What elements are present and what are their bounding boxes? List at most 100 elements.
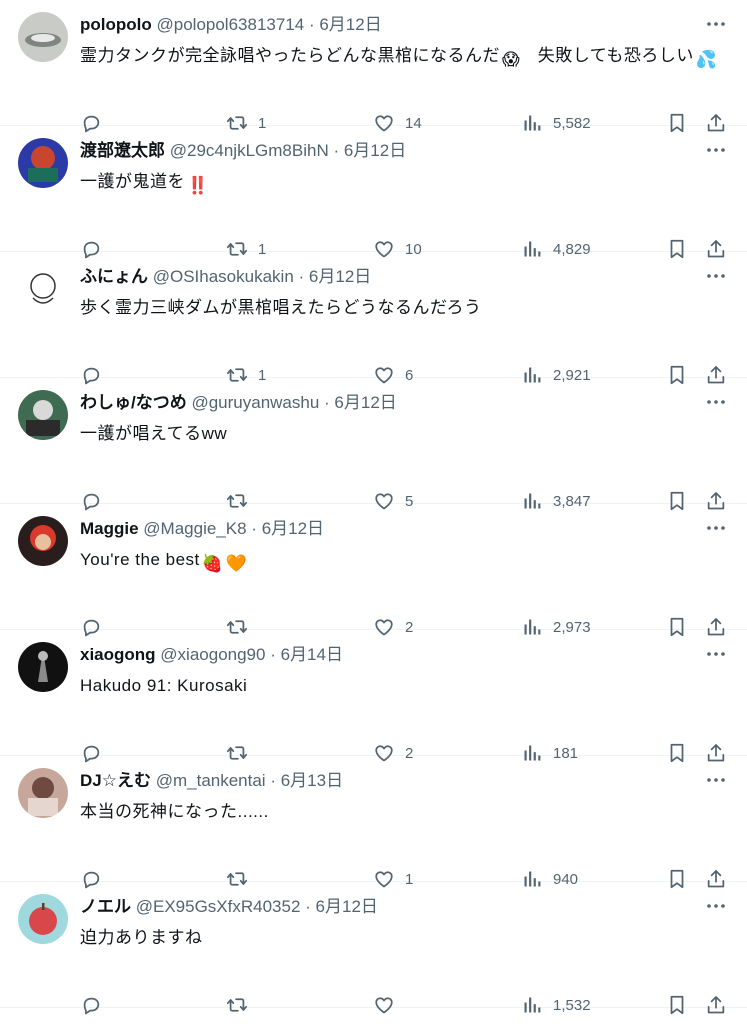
separator-dot: · [270,771,281,790]
reply-text-main: 一護が鬼道を [80,172,185,191]
more-dots-icon[interactable] [702,392,730,412]
post-date[interactable]: 6月12日 [309,267,371,286]
retweet-button[interactable] [225,990,258,1020]
avatar[interactable] [18,264,68,314]
reply-header: 渡部遼太郎 @29c4njkLGm8BihN · 6月12日 [80,140,687,162]
reply-item[interactable]: xiaogong @xiaogong90 · 6月14日 Hakudo 91: … [0,630,747,763]
separator-dot: · [270,645,281,664]
reply-header: わしゅ/なつめ @guruyanwashu · 6月12日 [80,392,687,414]
reply-text-main: 歩く霊力三峡ダムが黒棺唱えたらどうなるんだろう [80,298,482,317]
more-dots-icon[interactable] [702,14,730,34]
reply-text-main: Hakudo 91: Kurosaki [80,676,248,695]
reply-text-continued: 失敗しても恐ろしい [520,46,694,65]
bookmark-icon [665,993,689,1017]
emoji: 😱 [502,50,521,69]
reply-text: 一護が唱えてるww [80,420,730,448]
views-bar-icon [520,993,544,1017]
user-handle[interactable]: @guruyanwashu [191,393,324,412]
post-date[interactable]: 6月12日 [262,519,324,538]
reply-item[interactable]: DJ☆えむ @m_tankentai · 6月13日 本当の死神になった....… [0,756,747,889]
reply-item[interactable]: Maggie @Maggie_K8 · 6月12日 You're the bes… [0,504,747,637]
display-name[interactable]: Maggie [80,519,139,538]
user-handle[interactable]: @m_tankentai [156,771,271,790]
reply-text: 迫力ありますね [80,924,730,952]
more-dots-icon[interactable] [702,770,730,790]
reply-text-main: 霊力タンクが完全詠唱やったらどんな黒棺になるんだ [80,46,500,65]
separator-dot: · [308,15,320,34]
avatar[interactable] [18,516,68,566]
views-button[interactable]: 1,532 [520,990,591,1020]
separator-dot: · [333,141,344,160]
reply-item[interactable]: わしゅ/なつめ @guruyanwashu · 6月12日 一護が唱えてるww [0,378,747,511]
display-name[interactable]: polopolo [80,15,152,34]
emoji: ‼️ [187,176,209,195]
reply-text: Hakudo 91: Kurosaki [80,672,730,700]
share-icon [704,993,728,1017]
avatar[interactable] [18,642,68,692]
post-date[interactable]: 6月14日 [281,645,343,664]
display-name[interactable]: ノエル [80,897,131,916]
reply-header: ノエル @EX95GsXfxR40352 · 6月12日 [80,896,687,918]
reply-text-main: 一護が唱えてるww [80,424,228,443]
reply-text: 霊力タンクが完全詠唱やったらどんな黒棺になるんだ 😱 失敗しても恐ろしい 💦 [80,42,730,74]
more-dots-icon[interactable] [702,140,730,160]
reply-feed: polopolo @polopol63813714 · 6月12日 霊力タンクが… [0,0,747,1030]
reply-header: xiaogong @xiaogong90 · 6月14日 [80,644,687,666]
reply-text: 一護が鬼道を ‼️ [80,168,730,200]
reply-text-main: 本当の死神になった...... [80,802,269,821]
avatar[interactable] [18,12,68,62]
reply-bubble-icon [79,993,103,1017]
reply-header: Maggie @Maggie_K8 · 6月12日 [80,518,687,540]
bookmark-button[interactable] [665,990,689,1020]
avatar[interactable] [18,768,68,818]
reply-header: polopolo @polopol63813714 · 6月12日 [80,14,687,36]
post-date[interactable]: 6月12日 [316,897,378,916]
reply-text: 歩く霊力三峡ダムが黒棺唱えたらどうなるんだろう [80,294,730,322]
user-handle[interactable]: @29c4njkLGm8BihN [170,141,334,160]
avatar[interactable] [18,138,68,188]
user-handle[interactable]: @xiaogong90 [160,645,270,664]
emoji: 🧡 [225,554,248,573]
reply-header: ふにょん @OSIhasokukakin · 6月12日 [80,266,687,288]
separator-dot: · [305,897,316,916]
emoji: 🍓 [201,554,224,573]
retweet-icon [225,993,249,1017]
post-date[interactable]: 6月12日 [334,393,396,412]
reply-header: DJ☆えむ @m_tankentai · 6月13日 [80,770,687,792]
reply-text: You're the best 🍓 🧡 [80,546,730,578]
reply-text-main: 迫力ありますね [80,928,203,947]
post-date[interactable]: 6月12日 [344,141,406,160]
more-dots-icon[interactable] [702,896,730,916]
reply-item[interactable]: ノエル @EX95GsXfxR40352 · 6月12日 迫力ありますね 1,5… [0,882,747,1015]
avatar[interactable] [18,390,68,440]
reply-text: 本当の死神になった...... [80,798,730,826]
heart-icon [372,993,396,1017]
reply-text-main: You're the best [80,550,200,569]
user-handle[interactable]: @polopol63813714 [157,15,309,34]
separator-dot: · [324,393,335,412]
more-dots-icon[interactable] [702,266,730,286]
views-count: 1,532 [553,996,591,1014]
post-date[interactable]: 6月13日 [281,771,343,790]
display-name[interactable]: xiaogong [80,645,156,664]
reply-button[interactable] [79,990,112,1020]
display-name[interactable]: わしゅ/なつめ [80,393,187,412]
user-handle[interactable]: @OSIhasokukakin [153,267,299,286]
user-handle[interactable]: @EX95GsXfxR40352 [136,897,305,916]
display-name[interactable]: 渡部遼太郎 [80,141,165,160]
share-button[interactable] [704,990,728,1020]
avatar[interactable] [18,894,68,944]
like-button[interactable] [372,990,405,1020]
reply-item[interactable]: ふにょん @OSIhasokukakin · 6月12日 歩く霊力三峡ダムが黒棺… [0,252,747,385]
display-name[interactable]: DJ☆えむ [80,771,151,790]
reply-item[interactable]: 渡部遼太郎 @29c4njkLGm8BihN · 6月12日 一護が鬼道を ‼️ … [0,126,747,259]
more-dots-icon[interactable] [702,644,730,664]
post-date[interactable]: 6月12日 [319,15,381,34]
separator-dot: · [251,519,262,538]
emoji: 💦 [695,50,718,69]
display-name[interactable]: ふにょん [80,267,148,286]
user-handle[interactable]: @Maggie_K8 [143,519,251,538]
separator-dot: · [298,267,309,286]
more-dots-icon[interactable] [702,518,730,538]
reply-item[interactable]: polopolo @polopol63813714 · 6月12日 霊力タンクが… [0,0,747,133]
